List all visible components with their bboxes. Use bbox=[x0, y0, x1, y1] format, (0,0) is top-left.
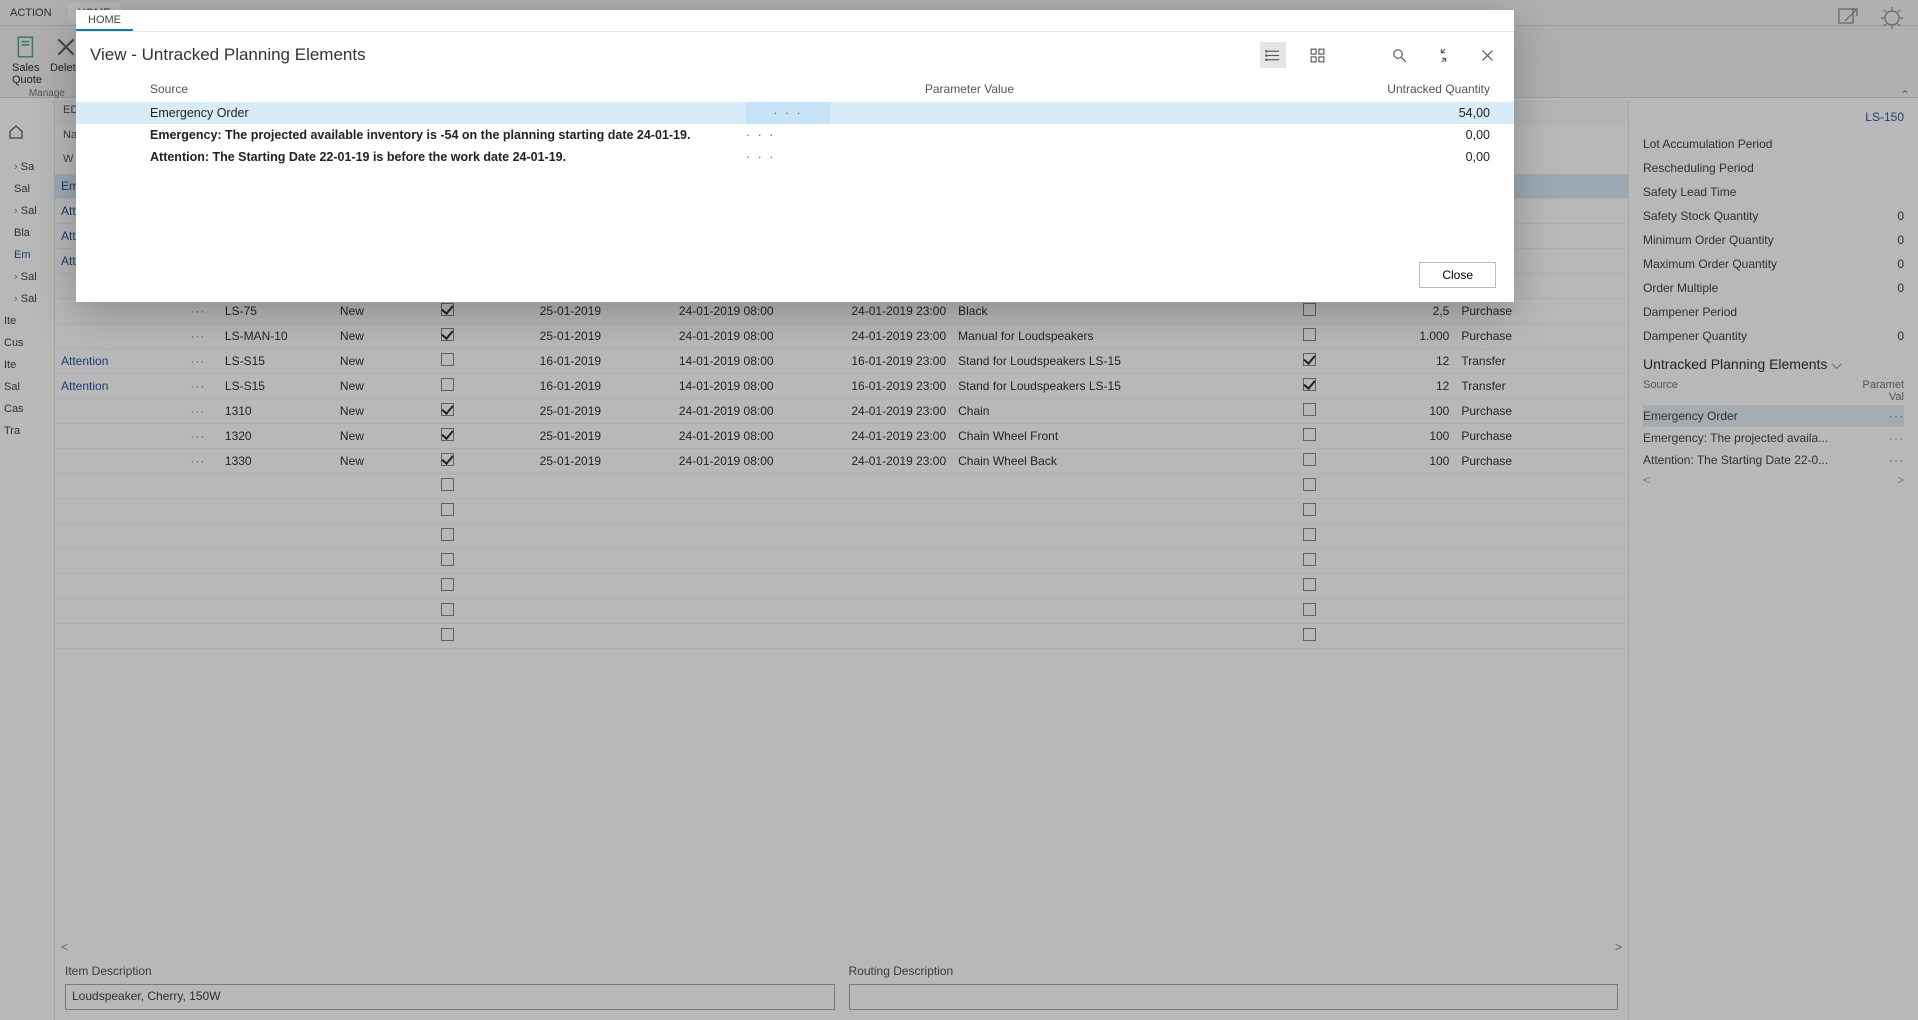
modal-col-source: Source bbox=[76, 82, 676, 96]
modal-row[interactable]: Emergency: The projected available inven… bbox=[76, 124, 1514, 146]
modal-tabs: HOME bbox=[76, 10, 1514, 32]
search-icon[interactable] bbox=[1386, 42, 1412, 68]
modal-toolbar bbox=[1260, 42, 1500, 68]
collapse-icon[interactable] bbox=[1430, 42, 1456, 68]
row-actions-icon[interactable]: · · · bbox=[773, 106, 802, 120]
modal-col-param: Parameter Value bbox=[676, 82, 1254, 96]
modal-untracked-planning: HOME View - Untracked Planning Elements … bbox=[76, 10, 1514, 302]
modal-row[interactable]: Emergency Order· · ·54,00 bbox=[76, 102, 1514, 124]
close-button[interactable]: Close bbox=[1419, 262, 1496, 288]
modal-header-row: Source Parameter Value Untracked Quantit… bbox=[76, 76, 1514, 102]
modal-tab-home[interactable]: HOME bbox=[76, 11, 133, 31]
modal-row[interactable]: Attention: The Starting Date 22-01-19 is… bbox=[76, 146, 1514, 168]
modal-col-qty: Untracked Quantity bbox=[1254, 82, 1514, 96]
close-icon[interactable] bbox=[1474, 42, 1500, 68]
row-actions-icon[interactable]: · · · bbox=[746, 128, 775, 142]
modal-body: Source Parameter Value Untracked Quantit… bbox=[76, 76, 1514, 250]
view-list-icon[interactable] bbox=[1260, 42, 1286, 68]
modal-title: View - Untracked Planning Elements bbox=[90, 45, 366, 65]
view-tiles-icon[interactable] bbox=[1304, 42, 1330, 68]
row-actions-icon[interactable]: · · · bbox=[746, 150, 775, 164]
